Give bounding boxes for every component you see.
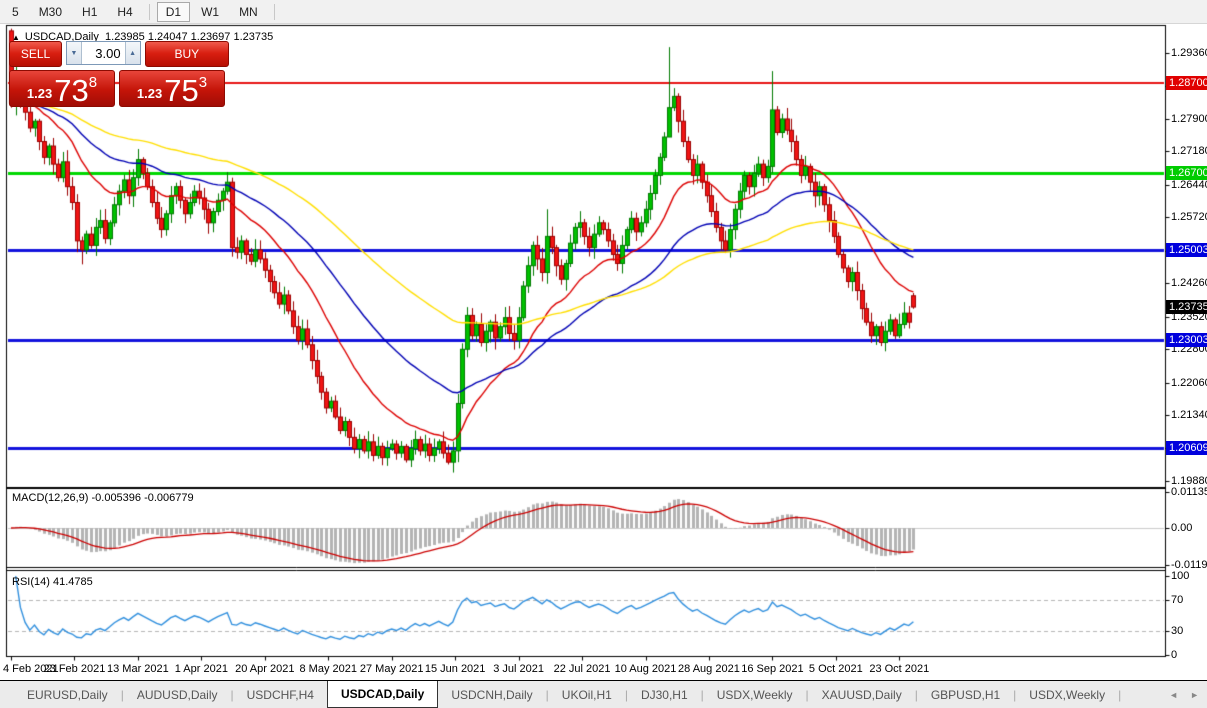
date-axis-label: 13 Mar 2021	[107, 663, 169, 675]
sell-price-prefix: 1.23	[27, 86, 52, 101]
date-axis-label: 8 May 2021	[300, 663, 357, 675]
rsi-tick-label: 0	[1171, 649, 1177, 661]
sell-price-display[interactable]: 1.23 73 8	[9, 70, 115, 107]
price-level-badge: 1.23735	[1166, 300, 1207, 314]
one-click-trade-panel: SELL ▼ 3.00 ▲ BUY 1.23 73 8 1.23 75 3	[9, 41, 229, 107]
rsi-indicator-label: RSI(14) 41.4785	[12, 576, 93, 588]
lot-size-spinner: ▼ 3.00 ▲	[66, 41, 141, 65]
price-tick-label: 1.22060	[1171, 377, 1207, 389]
date-axis-label: 5 Oct 2021	[809, 663, 863, 675]
timeframe-button-w1[interactable]: W1	[192, 2, 228, 22]
buy-price-big: 75	[164, 78, 198, 104]
timeframe-button-h4[interactable]: H4	[108, 2, 141, 22]
chart-tab-eurusd-daily[interactable]: EURUSD,Daily	[14, 681, 121, 708]
rsi-tick-label: 100	[1171, 570, 1189, 582]
price-tick-label: 1.25720	[1171, 211, 1207, 223]
date-axis-label: 28 Aug 2021	[678, 663, 740, 675]
date-axis-label: 15 Jun 2021	[425, 663, 486, 675]
macd-tick-label: 0.01135	[1171, 486, 1207, 498]
price-level-badge: 1.28700	[1166, 76, 1207, 90]
timeframe-button-mn[interactable]: MN	[230, 2, 267, 22]
timeframe-toolbar: 5M30H1H4 D1W1MN	[0, 0, 1207, 24]
price-tick-label: 1.27180	[1171, 145, 1207, 157]
date-axis-label: 23 Oct 2021	[869, 663, 929, 675]
chart-tab-audusd-daily[interactable]: AUDUSD,Daily	[124, 681, 231, 708]
price-level-badge: 1.25003	[1166, 243, 1207, 257]
date-axis-label: 23 Feb 2021	[44, 663, 106, 675]
date-axis-label: 20 Apr 2021	[235, 663, 294, 675]
buy-price-display[interactable]: 1.23 75 3	[119, 70, 225, 107]
timeframe-button-d1[interactable]: D1	[157, 2, 190, 22]
date-axis-label: 27 May 2021	[360, 663, 424, 675]
buy-button[interactable]: BUY	[145, 41, 229, 67]
macd-tick-label: 0.00	[1171, 522, 1192, 534]
mt4-window: 5M30H1H4D1W1MN ▲USDCAD,Daily 1.23985 1.2…	[0, 0, 1207, 707]
tab-scroll-controls: ◄ ►	[1169, 681, 1207, 708]
price-level-badge: 1.23003	[1166, 333, 1207, 347]
price-tick-label: 1.19880	[1171, 475, 1207, 487]
date-axis-label: 10 Aug 2021	[615, 663, 677, 675]
lot-increase-button[interactable]: ▲	[125, 42, 140, 64]
chart-tab-usdx-weekly[interactable]: USDX,Weekly	[704, 681, 806, 708]
buy-price-prefix: 1.23	[137, 86, 162, 101]
macd-indicator-label: MACD(12,26,9) -0.005396 -0.006779	[12, 492, 194, 504]
chart-tab-xauusd-daily[interactable]: XAUUSD,Daily	[809, 681, 915, 708]
tab-separator: |	[1118, 681, 1121, 708]
price-tick-label: 1.29360	[1171, 47, 1207, 59]
price-level-badge: 1.20609	[1166, 441, 1207, 455]
chart-tab-gbpusd-h1[interactable]: GBPUSD,H1	[918, 681, 1013, 708]
timeframe-button-5[interactable]: 5	[3, 2, 28, 22]
chart-tab-usdx-weekly[interactable]: USDX,Weekly	[1016, 681, 1118, 708]
chart-tab-usdcad-daily[interactable]: USDCAD,Daily	[327, 681, 438, 708]
chart-tab-ukoil-h1[interactable]: UKOil,H1	[549, 681, 625, 708]
price-tick-label: 1.21340	[1171, 409, 1207, 421]
chart-tab-bar: EURUSD,Daily|AUDUSD,Daily|USDCHF,H4USDCA…	[0, 680, 1207, 708]
date-axis-label: 22 Jul 2021	[554, 663, 611, 675]
toolbar-separator	[149, 4, 150, 20]
sell-price-superscript: 8	[89, 74, 97, 91]
chart-tab-usdchf-h4[interactable]: USDCHF,H4	[234, 681, 327, 708]
toolbar-separator	[274, 4, 275, 20]
date-axis-label: 1 Apr 2021	[175, 663, 228, 675]
date-axis-label: 16 Sep 2021	[741, 663, 803, 675]
lot-size-input[interactable]: 3.00	[82, 42, 125, 64]
chart-tab-dj30-h1[interactable]: DJ30,H1	[628, 681, 701, 708]
date-axis-label: 3 Jul 2021	[493, 663, 544, 675]
chart-tabs: EURUSD,Daily|AUDUSD,Daily|USDCHF,H4USDCA…	[0, 681, 1121, 708]
timeframe-button-h1[interactable]: H1	[73, 2, 106, 22]
rsi-tick-label: 70	[1171, 594, 1183, 606]
rsi-tick-label: 30	[1171, 625, 1183, 637]
sell-button[interactable]: SELL	[9, 41, 62, 67]
lot-decrease-button[interactable]: ▼	[67, 42, 82, 64]
sell-price-big: 73	[54, 78, 88, 104]
timeframe-button-m30[interactable]: M30	[30, 2, 71, 22]
tab-scroll-left-icon[interactable]: ◄	[1169, 690, 1178, 700]
price-tick-label: 1.24260	[1171, 277, 1207, 289]
price-level-badge: 1.26700	[1166, 166, 1207, 180]
buy-price-superscript: 3	[199, 74, 207, 91]
price-tick-label: 1.26440	[1171, 179, 1207, 191]
chart-tab-usdcnh-daily[interactable]: USDCNH,Daily	[438, 681, 545, 708]
price-tick-label: 1.27900	[1171, 113, 1207, 125]
tab-scroll-right-icon[interactable]: ►	[1190, 690, 1199, 700]
